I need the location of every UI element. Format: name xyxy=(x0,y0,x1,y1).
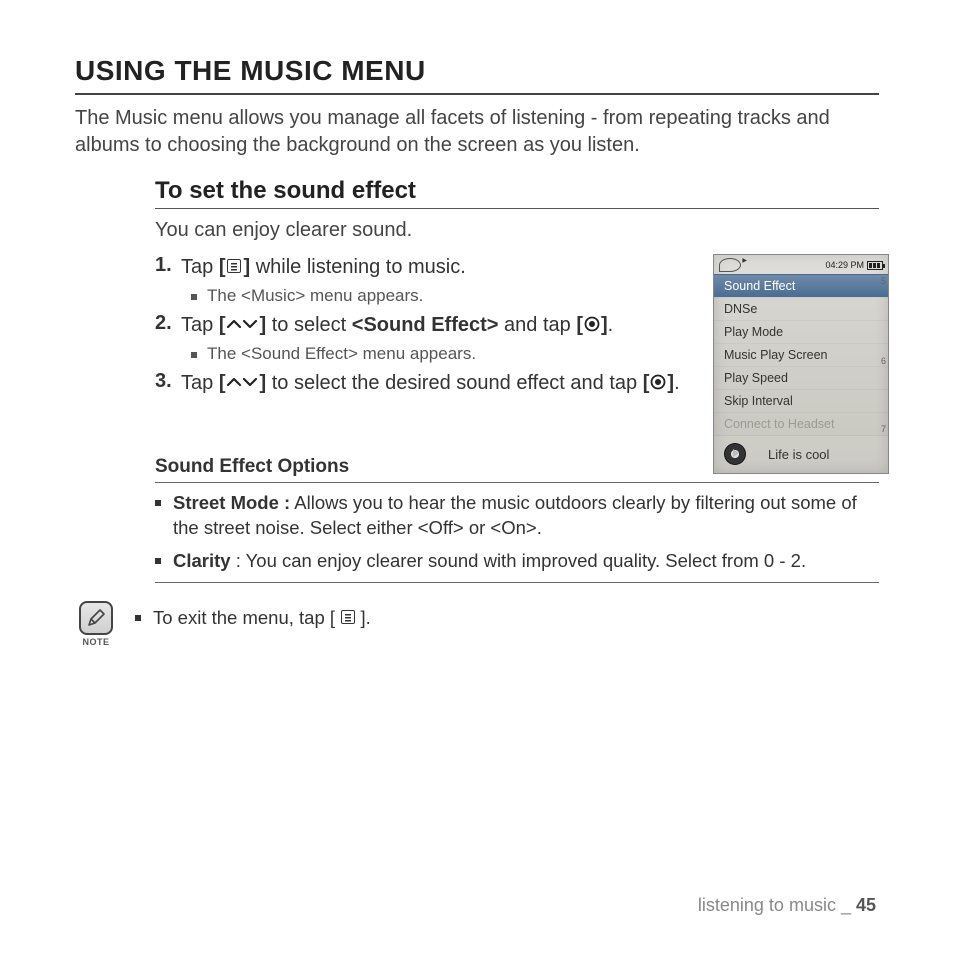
divider xyxy=(155,582,879,583)
menu-icon xyxy=(339,609,357,625)
section-intro: You can enjoy clearer sound. xyxy=(155,219,879,242)
step-text: . xyxy=(674,372,680,394)
option-text: : You can enjoy clearer sound with impro… xyxy=(231,550,807,571)
note-post: ]. xyxy=(357,607,371,628)
step-text: . xyxy=(608,314,614,336)
device-menu-item: Play Speed xyxy=(714,366,888,389)
sub-bullet: The <Music> menu appears. xyxy=(191,286,695,306)
page-number: 45 xyxy=(856,895,876,915)
repeat-icon xyxy=(719,258,741,272)
device-menu-item: Play Mode xyxy=(714,320,888,343)
scale-tick: 7 xyxy=(881,424,886,434)
device-now-playing: Life is cool xyxy=(714,435,888,473)
select-icon xyxy=(583,316,601,332)
device-screenshot: 04:29 PM 5 6 7 Sound Effect DNSe Play Mo… xyxy=(713,254,889,474)
note-badge: NOTE xyxy=(75,601,117,647)
bullet-icon xyxy=(191,294,197,300)
bullet-icon xyxy=(155,500,161,506)
step-number: 1. xyxy=(155,254,181,306)
now-playing-title: Life is cool xyxy=(768,447,829,462)
scale-tick: 6 xyxy=(881,356,886,366)
select-icon xyxy=(649,374,667,390)
step-number: 2. xyxy=(155,312,181,364)
device-menu-item: Connect to Headset xyxy=(714,412,888,435)
bracket: [ xyxy=(219,372,226,394)
bracket: ] xyxy=(601,314,608,336)
disc-icon xyxy=(724,443,746,465)
step-text: to select xyxy=(266,314,352,336)
scale-tick: 5 xyxy=(881,276,886,286)
up-down-icon xyxy=(225,316,259,332)
menu-icon xyxy=(225,258,243,274)
bullet-icon xyxy=(191,352,197,358)
step-1: 1. Tap [] while listening to music. The … xyxy=(155,254,695,306)
device-menu-item: Skip Interval xyxy=(714,389,888,412)
bracket: [ xyxy=(576,314,583,336)
bullet-icon xyxy=(155,558,161,564)
step-text: while listening to music. xyxy=(250,256,466,278)
option-item: Street Mode : Allows you to hear the mus… xyxy=(155,491,879,541)
note-pre: To exit the menu, tap [ xyxy=(153,607,339,628)
step-text: to select the desired sound effect and t… xyxy=(266,372,643,394)
step-text: Tap xyxy=(181,256,219,278)
pencil-icon xyxy=(79,601,113,635)
device-menu-item: Music Play Screen xyxy=(714,343,888,366)
sub-text: The <Sound Effect> menu appears. xyxy=(207,344,476,364)
step-text: and tap xyxy=(498,314,576,336)
device-menu-item: DNSe xyxy=(714,297,888,320)
device-menu-item: Sound Effect xyxy=(714,274,888,297)
bracket: [ xyxy=(219,256,226,278)
sub-bullet: The <Sound Effect> menu appears. xyxy=(191,344,695,364)
option-name: Street Mode : xyxy=(173,492,290,513)
device-menu: 5 6 7 Sound Effect DNSe Play Mode Music … xyxy=(714,274,888,435)
bracket: [ xyxy=(219,314,226,336)
step-3: 3. Tap [] to select the desired sound ef… xyxy=(155,370,695,396)
device-status-bar: 04:29 PM xyxy=(714,255,888,274)
intro-text: The Music menu allows you manage all fac… xyxy=(75,105,879,159)
step-number: 3. xyxy=(155,370,181,396)
step-text: Tap xyxy=(181,314,219,336)
device-time: 04:29 PM xyxy=(825,260,864,270)
page-heading: USING THE MUSIC MENU xyxy=(75,55,879,95)
battery-icon xyxy=(867,261,883,270)
page-footer: listening to music _ 45 xyxy=(698,895,876,916)
note-text: To exit the menu, tap [ ]. xyxy=(135,601,371,629)
menu-name: <Sound Effect> xyxy=(352,314,499,336)
section-title: To set the sound effect xyxy=(155,177,879,209)
option-name: Clarity xyxy=(173,550,231,571)
step-2: 2. Tap [] to select <Sound Effect> and t… xyxy=(155,312,695,364)
sub-text: The <Music> menu appears. xyxy=(207,286,423,306)
bracket: [ xyxy=(643,372,650,394)
option-item: Clarity : You can enjoy clearer sound wi… xyxy=(155,549,879,574)
note-label: NOTE xyxy=(75,637,117,647)
step-text: Tap xyxy=(181,372,219,394)
footer-section: listening to music _ xyxy=(698,895,856,915)
up-down-icon xyxy=(225,374,259,390)
bullet-icon xyxy=(135,615,141,621)
